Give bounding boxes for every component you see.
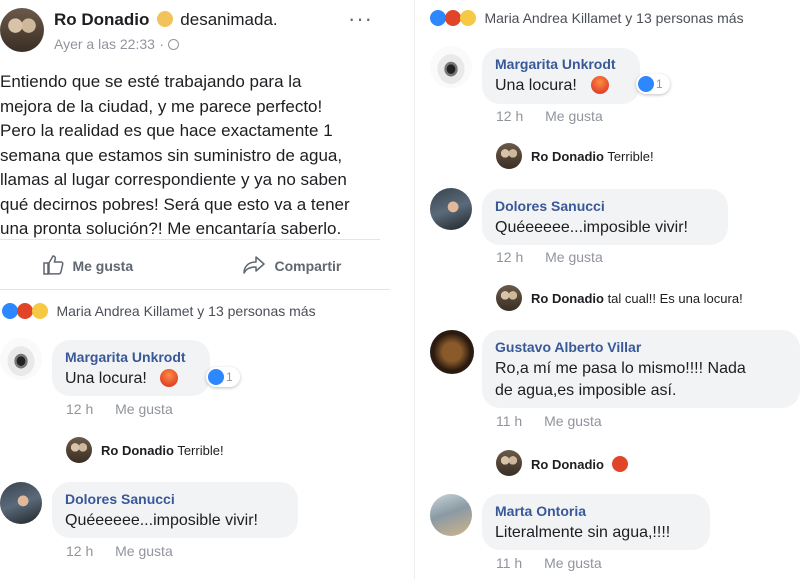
reply-avatar[interactable] [66, 437, 92, 463]
comment-time[interactable]: 12 h [66, 543, 93, 559]
comment-time[interactable]: 12 h [496, 108, 523, 124]
comment-author[interactable]: Gustavo Alberto Villar [495, 339, 641, 355]
thumbs-up-icon [43, 255, 64, 275]
column-separator [414, 0, 415, 579]
sad-face-icon [156, 11, 173, 27]
reply-preview[interactable]: Ro Donadio [531, 456, 628, 472]
angry-reaction-icon [445, 10, 461, 26]
comment-time[interactable]: 11 h [496, 555, 522, 571]
comment-text: Quéeeeee...imposible vivir! [65, 512, 258, 529]
wow-reaction-icon [460, 10, 476, 26]
reply-avatar[interactable] [496, 143, 522, 169]
commenter-avatar[interactable] [430, 188, 472, 230]
reply-preview[interactable]: Ro Donadio Terrible! [101, 443, 224, 458]
comment-author[interactable]: Dolores Sanucci [65, 491, 175, 507]
comment-text: Una locura! [495, 77, 577, 94]
comment-author[interactable]: Margarita Unkrodt [65, 349, 186, 365]
reactions-summary[interactable]: Maria Andrea Killamet y 13 personas más [430, 10, 744, 28]
like-reaction-icon [208, 369, 224, 385]
globe-icon [167, 39, 179, 50]
comment-like-link[interactable]: Me gusta [544, 555, 602, 571]
post-author[interactable]: Ro Donadio [54, 10, 149, 29]
like-reaction-icon [638, 76, 654, 92]
angry-face-icon [591, 76, 609, 94]
wow-reaction-icon [32, 303, 48, 319]
author-avatar[interactable] [0, 8, 44, 52]
comment-text: Quéeeeee...imposible vivir! [495, 219, 688, 236]
angry-reaction-icon [17, 303, 33, 319]
share-arrow-icon [243, 256, 265, 274]
commenter-avatar[interactable] [0, 482, 42, 524]
commenter-avatar[interactable] [430, 330, 474, 374]
comment-time[interactable]: 12 h [496, 249, 523, 265]
post-text: Entiendo que se esté trabajando para la … [0, 72, 350, 238]
more-icon[interactable]: ··· [348, 6, 373, 32]
comment-like-link[interactable]: Me gusta [544, 413, 602, 429]
like-reaction-icon [430, 10, 446, 26]
comment-like-link[interactable]: Me gusta [115, 543, 173, 559]
comment-time[interactable]: 11 h [496, 413, 522, 429]
comment-author[interactable]: Margarita Unkrodt [495, 56, 616, 72]
comment-text: de agua,es imposible así. [495, 382, 677, 399]
angry-face-icon [160, 369, 178, 387]
like-reaction-icon [2, 303, 18, 319]
comment-reaction-count[interactable]: 1 [636, 74, 670, 94]
reply-preview[interactable]: Ro Donadio Terrible! [531, 149, 654, 164]
reply-preview[interactable]: Ro Donadio tal cual!! Es una locura! [531, 291, 743, 306]
post-time[interactable]: Ayer a las 22:33 [54, 36, 155, 52]
comment-author[interactable]: Dolores Sanucci [495, 198, 605, 214]
commenter-avatar[interactable] [430, 46, 472, 88]
comment-text: Literalmente sin agua,!!!! [495, 524, 671, 541]
like-button[interactable]: Me gusta [42, 254, 133, 276]
share-button[interactable]: Compartir [242, 254, 341, 276]
comment-like-link[interactable]: Me gusta [115, 401, 173, 417]
angry-face-icon [611, 456, 628, 472]
comment-reaction-count[interactable]: 1 [206, 367, 240, 387]
commenter-avatar[interactable] [0, 338, 42, 380]
commenter-avatar[interactable] [430, 494, 472, 536]
comment-time[interactable]: 12 h [66, 401, 93, 417]
reply-avatar[interactable] [496, 450, 522, 476]
post-feeling: desanimada. [180, 10, 278, 29]
comment-like-link[interactable]: Me gusta [545, 108, 603, 124]
reactions-summary[interactable]: Maria Andrea Killamet y 13 personas más [2, 303, 316, 321]
comment-text: Ro,a mí me pasa lo mismo!!!! Nada [495, 360, 746, 377]
comment-text: Una locura! [65, 370, 147, 387]
comment-author[interactable]: Marta Ontoria [495, 503, 586, 519]
comment-like-link[interactable]: Me gusta [545, 249, 603, 265]
reply-avatar[interactable] [496, 285, 522, 311]
